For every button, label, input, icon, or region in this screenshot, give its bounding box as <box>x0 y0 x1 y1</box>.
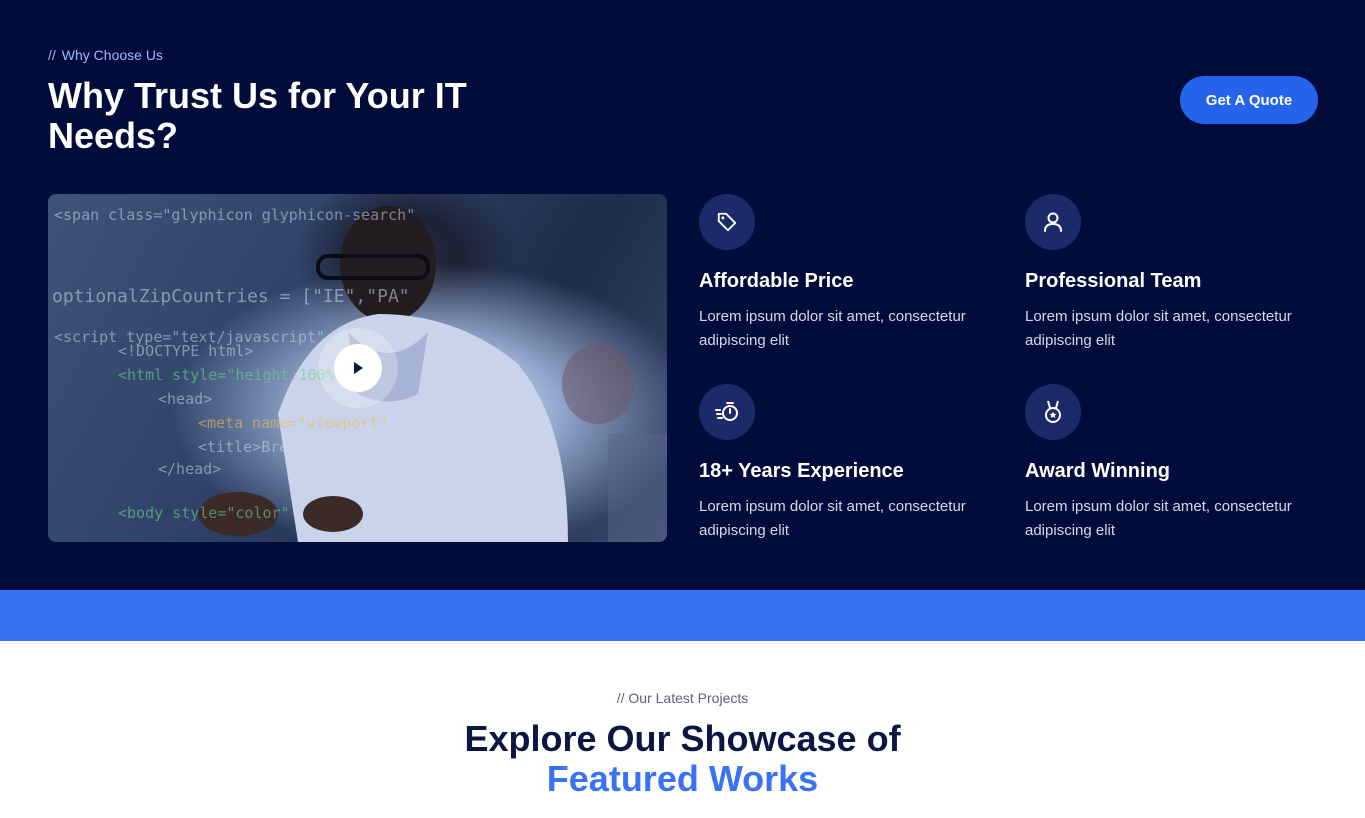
stopwatch-icon <box>699 384 755 440</box>
get-a-quote-button[interactable]: Get A Quote <box>1180 76 1318 124</box>
feature-professional-team: Professional Team Lorem ipsum dolor sit … <box>1025 194 1325 353</box>
code-overlay-line: <title>Breaking News <box>198 438 379 456</box>
code-overlay-line: </head> <box>158 460 222 478</box>
feature-description: Lorem ipsum dolor sit amet, consectetur … <box>1025 308 1292 349</box>
projects-title: Explore Our Showcase of Featured Works <box>0 719 1365 799</box>
blue-divider-band <box>0 590 1365 641</box>
code-overlay-line: <head> <box>158 390 213 408</box>
feature-description: Lorem ipsum dolor sit amet, consectetur … <box>699 498 966 539</box>
code-overlay-line: <html style="height:100%" <box>118 366 344 384</box>
projects-eyebrow: // Our Latest Projects <box>616 690 749 706</box>
video-thumbnail[interactable]: <span class="glyphicon glyphicon-search"… <box>48 194 667 542</box>
section-title: Why Trust Us for Your IT Needs? <box>48 75 467 156</box>
feature-title: Professional Team <box>1025 270 1202 292</box>
code-overlay-line: <span class="glyphicon glyphicon-search" <box>54 206 416 224</box>
user-icon <box>1025 194 1081 250</box>
play-icon <box>354 362 363 374</box>
code-overlay-line: <!DOCTYPE html> <box>118 342 254 360</box>
code-overlay-line: <meta name="viewport" <box>198 414 388 432</box>
projects-title-line1: Explore Our Showcase of <box>464 718 901 759</box>
code-overlay-line: optionalZipCountries = ["IE","PA" <box>52 286 410 307</box>
play-button-inner[interactable] <box>334 344 382 392</box>
feature-title: 18+ Years Experience <box>699 460 904 482</box>
feature-title: Affordable Price <box>699 270 854 292</box>
feature-award-winning: Award Winning Lorem ipsum dolor sit amet… <box>1025 384 1325 543</box>
feature-title: Award Winning <box>1025 460 1170 482</box>
section-eyebrow: //Why Choose Us <box>48 47 163 63</box>
feature-affordable-price: Affordable Price Lorem ipsum dolor sit a… <box>699 194 999 353</box>
projects-title-line2: Featured Works <box>546 758 819 799</box>
feature-years-experience: 18+ Years Experience Lorem ipsum dolor s… <box>699 384 999 543</box>
play-button[interactable] <box>318 328 398 408</box>
code-overlay-line: <body style="color" <box>118 504 290 522</box>
feature-description: Lorem ipsum dolor sit amet, consectetur … <box>1025 498 1292 539</box>
price-tag-icon <box>699 194 755 250</box>
award-medal-icon <box>1025 384 1081 440</box>
feature-description: Lorem ipsum dolor sit amet, consectetur … <box>699 308 966 349</box>
